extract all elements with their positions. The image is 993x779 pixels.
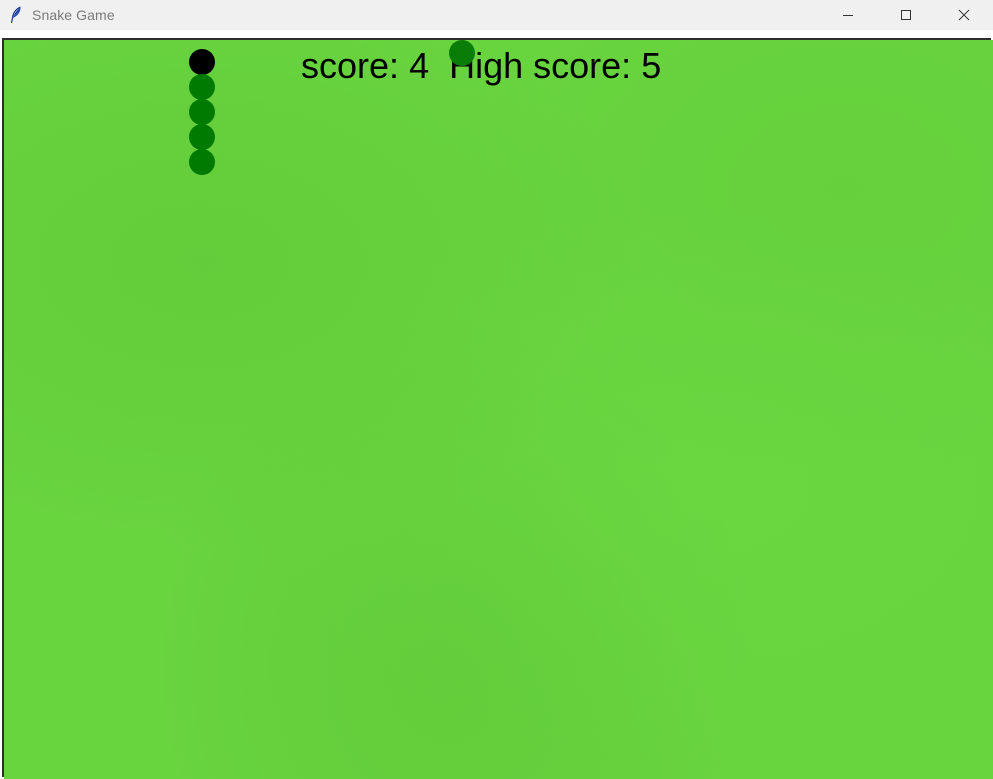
minimize-button[interactable] bbox=[819, 0, 877, 30]
close-button[interactable] bbox=[935, 0, 993, 30]
snake-segment bbox=[189, 74, 215, 100]
snake-head bbox=[189, 49, 215, 75]
high-score-value: 5 bbox=[641, 45, 662, 86]
maximize-icon bbox=[901, 10, 911, 20]
scoreboard: score: 4 High score: 5 bbox=[301, 44, 661, 88]
title-bar[interactable]: Snake Game bbox=[0, 0, 993, 30]
high-score-label: High score: bbox=[449, 45, 632, 86]
minimize-icon bbox=[843, 15, 853, 16]
game-canvas[interactable]: score: 4 High score: 5 bbox=[4, 40, 993, 779]
feather-icon bbox=[10, 6, 22, 24]
score-value: 4 bbox=[409, 45, 430, 86]
snake-segment bbox=[189, 149, 215, 175]
score-label: score: bbox=[301, 45, 400, 86]
food bbox=[449, 40, 475, 66]
snake-segment bbox=[189, 124, 215, 150]
snake-game-window: Snake Game score: 4 High score: 5 bbox=[0, 0, 993, 779]
snake-segment bbox=[189, 99, 215, 125]
window-controls bbox=[819, 0, 993, 30]
window-title: Snake Game bbox=[32, 7, 115, 23]
close-icon bbox=[958, 9, 970, 21]
maximize-button[interactable] bbox=[877, 0, 935, 30]
